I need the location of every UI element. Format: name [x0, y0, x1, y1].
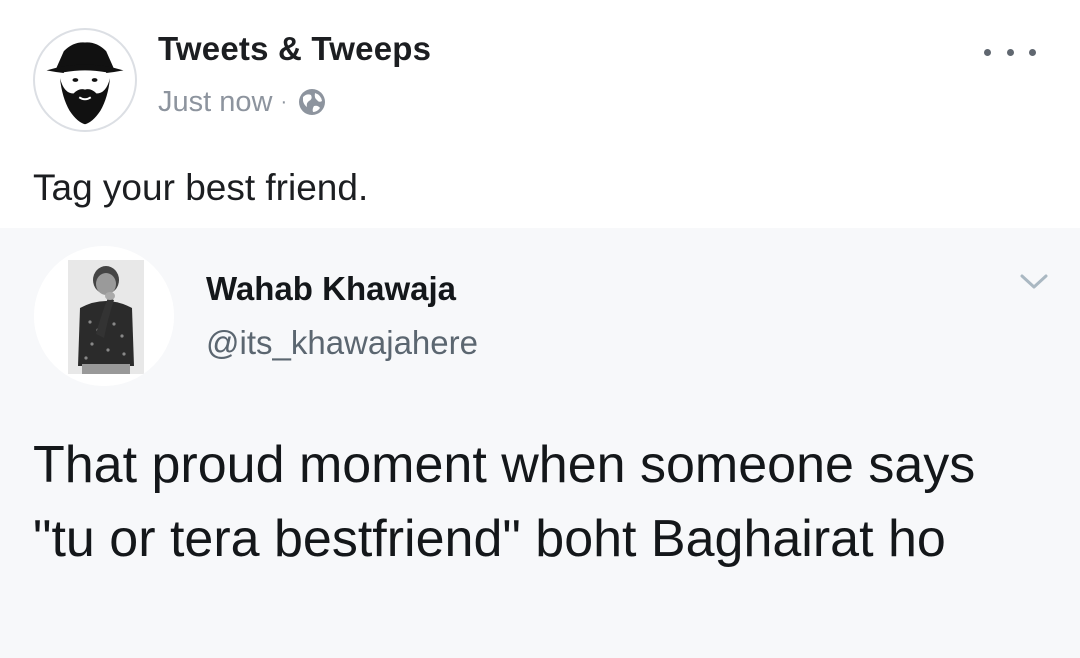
- post-header: Tweets & Tweeps Just now ·: [0, 0, 1080, 150]
- ellipsis-dot: [1006, 48, 1014, 56]
- meta-separator: ·: [280, 91, 288, 113]
- globe-icon[interactable]: [297, 87, 327, 117]
- post-meta: Just now ·: [158, 82, 327, 122]
- ellipsis-dot: [1029, 48, 1036, 56]
- shared-tweet-card[interactable]: Wahab Khawaja @its_khawajahere That prou…: [0, 228, 1080, 658]
- chevron-down-icon[interactable]: [1016, 270, 1052, 294]
- post-timestamp[interactable]: Just now: [158, 86, 272, 119]
- post-caption: Tag your best friend.: [33, 167, 369, 208]
- ellipsis-icon[interactable]: [984, 38, 1036, 66]
- person-photo-icon: [34, 246, 174, 386]
- tweet-author-handle[interactable]: @its_khawajahere: [206, 324, 478, 362]
- ellipsis-dot: [984, 48, 991, 56]
- page-avatar[interactable]: [33, 28, 137, 132]
- bearded-man-avatar-icon: [46, 42, 124, 125]
- tweet-body-text: That proud moment when someone says "tu …: [33, 436, 976, 568]
- page-name[interactable]: Tweets & Tweeps: [158, 30, 431, 68]
- tweet-author-name[interactable]: Wahab Khawaja: [206, 270, 456, 308]
- tweet-author-avatar[interactable]: [34, 246, 174, 386]
